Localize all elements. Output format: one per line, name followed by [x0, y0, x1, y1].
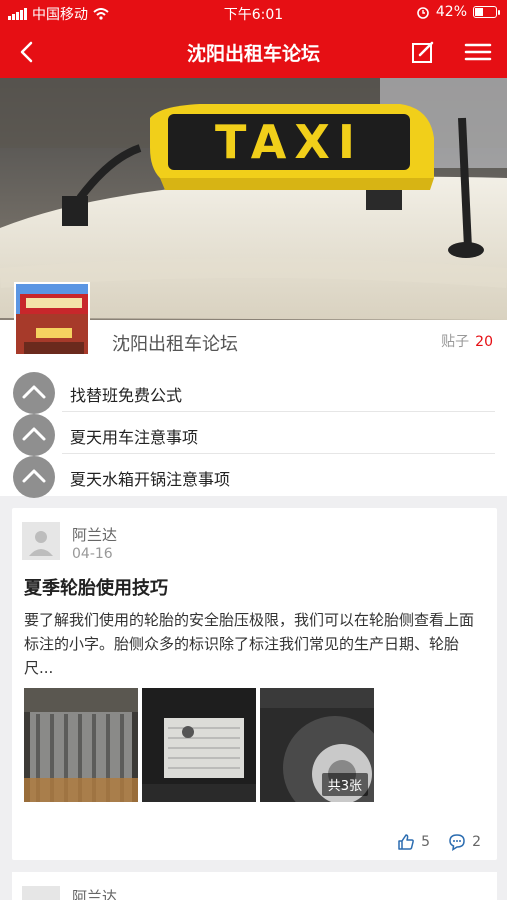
nav-bar: 沈阳出租车论坛: [0, 26, 507, 78]
post-card[interactable]: 阿兰达: [12, 872, 497, 900]
pinned-topic-item[interactable]: 找替班免费公式: [0, 370, 507, 414]
post-image-thumbnail[interactable]: 共3张: [260, 688, 374, 802]
comment-icon: [449, 834, 465, 851]
avatar[interactable]: [22, 522, 60, 560]
post-author[interactable]: 阿兰达: [72, 886, 117, 900]
taxi-sign-text: TAXI: [215, 115, 363, 169]
forum-name: 沈阳出租车论坛: [112, 334, 238, 355]
post-count-value: 20: [475, 334, 493, 350]
status-bar: 中国移动 下午6:01 42%: [0, 0, 507, 26]
post-actions: 5 2: [397, 833, 481, 851]
post-author[interactable]: 阿兰达: [72, 524, 117, 545]
pinned-topics-list: 找替班免费公式 夏天用车注意事项 夏天水箱开锅注意事项: [0, 370, 507, 498]
avatar[interactable]: [22, 886, 60, 900]
post-image-thumbnail[interactable]: [24, 688, 138, 802]
battery-icon: [473, 6, 500, 18]
comment-button[interactable]: 2: [448, 833, 481, 851]
post-title[interactable]: 夏季轮胎使用技巧: [24, 574, 168, 600]
pinned-topic-icon: [13, 414, 55, 456]
post-count-label: 贴子: [441, 334, 470, 350]
forum-logo: [14, 282, 90, 356]
post-image-thumbnail[interactable]: [142, 688, 256, 802]
alarm-icon: [417, 7, 429, 19]
battery-percent: 42%: [435, 4, 467, 20]
like-count: 5: [421, 834, 431, 850]
pinned-topic-icon: [13, 456, 55, 498]
image-count-badge: 共3张: [321, 773, 368, 796]
pinned-topic-item[interactable]: 夏天水箱开锅注意事项: [0, 454, 507, 498]
pinned-topic-item[interactable]: 夏天用车注意事项: [0, 412, 507, 456]
pinned-topic-title: 找替班免费公式: [70, 386, 183, 405]
comment-count: 2: [472, 834, 481, 850]
pinned-topic-icon: [13, 372, 55, 414]
thumbs-up-icon: [398, 834, 415, 850]
hamburger-menu-icon[interactable]: [463, 38, 493, 66]
post-date: 04-16: [72, 546, 113, 562]
edit-icon[interactable]: [409, 38, 437, 66]
like-button[interactable]: 5: [397, 833, 430, 851]
pinned-topic-title: 夏天用车注意事项: [70, 428, 199, 447]
post-excerpt: 要了解我们使用的轮胎的安全胎压极限，我们可以在轮胎侧查看上面标注的小字。胎侧众多…: [24, 611, 475, 677]
pinned-topic-title: 夏天水箱开锅注意事项: [70, 470, 231, 489]
post-card[interactable]: 阿兰达 04-16 夏季轮胎使用技巧 要了解我们使用的轮胎的安全胎压极限，我们可…: [12, 508, 497, 860]
post-count: 贴子 20: [441, 331, 493, 351]
post-images: 共3张: [24, 688, 374, 802]
